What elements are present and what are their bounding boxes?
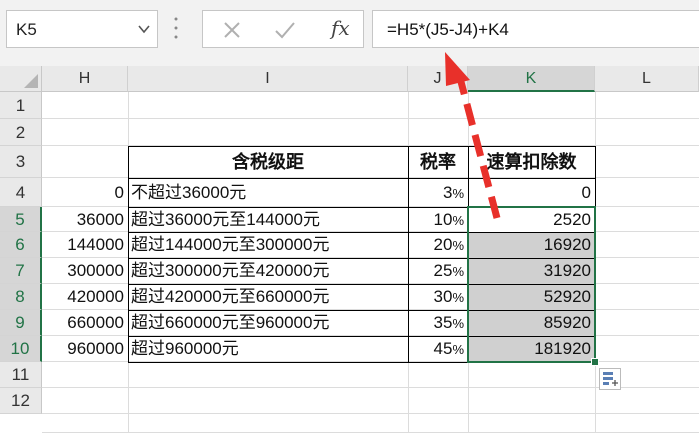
chevron-down-icon[interactable] [138,24,150,34]
quick-analysis-icon [603,372,618,386]
name-box[interactable]: K5 [6,10,158,48]
cell-k8[interactable]: 52920 [468,284,595,310]
quick-analysis-button[interactable] [599,368,621,390]
formula-input[interactable]: =H5*(J5-J4)+K4 [372,10,699,48]
cell-k10[interactable]: 181920 [468,336,595,362]
column-header-l[interactable]: L [595,66,699,92]
table-border-h [128,207,596,208]
cell-i9[interactable]: 超过660000元至960000元 [128,310,408,336]
cell-j8[interactable]: 30% [408,284,468,310]
table-border-h [128,284,596,285]
gridline-horizontal [42,118,699,119]
cell-i4[interactable]: 不超过36000元 [128,178,408,207]
cell-k7[interactable]: 31920 [468,258,595,284]
row-header-2[interactable]: 2 [0,119,42,146]
spreadsheet-grid: H I J K L 1 2 3 4 5 6 7 8 9 10 11 12 含税级距 税率 速算扣除数 0 不超过36000… [0,66,699,433]
cell-j10[interactable]: 45% [408,336,468,362]
row-header-7[interactable]: 7 [0,258,42,284]
cell-i5[interactable]: 超过36000元至144000元 [128,207,408,232]
percent-sign: % [452,238,464,253]
cell-j5[interactable]: 10% [408,207,468,232]
row-header-9[interactable]: 9 [0,310,42,336]
row-header-6[interactable]: 6 [0,232,42,258]
cell-k9[interactable]: 85920 [468,310,595,336]
formula-bar-area: K5 fx =H5*(J5-J4)+K4 [0,0,699,66]
cell-h9[interactable]: 660000 [42,310,128,336]
gridline-horizontal [42,413,699,414]
table-border-h [128,336,596,337]
cell-i8[interactable]: 超过420000元至660000元 [128,284,408,310]
cell-h7[interactable]: 300000 [42,258,128,284]
percent-sign: % [452,186,464,201]
table-border-v [468,146,469,362]
cancel-icon[interactable] [221,19,243,41]
percent-sign: % [452,316,464,331]
row-header-5[interactable]: 5 [0,207,42,232]
cell-h5[interactable]: 36000 [42,207,128,232]
fill-handle[interactable] [591,358,599,366]
cell-k6[interactable]: 16920 [468,232,595,258]
rate-value: 35 [433,313,453,332]
table-border-h [128,258,596,259]
percent-sign: % [452,290,464,305]
row-header-1[interactable]: 1 [0,92,42,119]
cell-i7[interactable]: 超过300000元至420000元 [128,258,408,284]
table-header-bracket[interactable]: 含税级距 [128,146,408,178]
table-border-h [128,146,596,147]
rate-value: 25 [433,261,453,280]
cell-h8[interactable]: 420000 [42,284,128,310]
column-header-j[interactable]: J [408,66,468,92]
table-border-v [408,146,409,362]
rate-value: 30 [433,287,453,306]
row-header-12[interactable]: 12 [0,388,42,414]
row-header-4[interactable]: 4 [0,178,42,207]
table-border-v [128,146,129,362]
percent-sign: % [452,264,464,279]
column-header-h[interactable]: H [42,66,128,92]
cell-j7[interactable]: 25% [408,258,468,284]
cell-h10[interactable]: 960000 [42,336,128,362]
row-header-10[interactable]: 10 [0,336,42,362]
formula-text: =H5*(J5-J4)+K4 [387,20,509,39]
table-header-deduction[interactable]: 速算扣除数 [468,146,595,178]
table-border-h [128,310,596,311]
table-border-h [128,362,596,363]
insert-function-icon[interactable]: fx [331,16,350,40]
rate-value: 45 [433,339,453,358]
cell-j6[interactable]: 20% [408,232,468,258]
cell-j4[interactable]: 3% [408,178,468,207]
rate-value: 20 [433,235,453,254]
table-border-h [128,178,596,179]
column-header-k[interactable]: K [468,66,595,92]
row-header-3[interactable]: 3 [0,146,42,178]
table-border-v [595,146,596,362]
column-header-i[interactable]: I [128,66,408,92]
table-border-h [128,232,596,233]
resize-grip-icon[interactable] [173,15,179,41]
rate-value: 10 [433,210,453,229]
cell-h4[interactable]: 0 [42,178,128,207]
cell-i10[interactable]: 超过960000元 [128,336,408,362]
cell-k5[interactable]: 2520 [468,207,595,232]
cell-h6[interactable]: 144000 [42,232,128,258]
enter-check-icon[interactable] [273,19,297,41]
row-header-11[interactable]: 11 [0,362,42,388]
cell-j9[interactable]: 35% [408,310,468,336]
table-header-rate[interactable]: 税率 [408,146,468,178]
cell-k4[interactable]: 0 [468,178,595,207]
select-all-triangle-icon[interactable] [24,74,38,88]
percent-sign: % [452,213,464,228]
row-header-8[interactable]: 8 [0,284,42,310]
percent-sign: % [452,342,464,357]
cell-i6[interactable]: 超过144000元至300000元 [128,232,408,258]
name-box-value: K5 [16,20,37,39]
formula-buttons: fx [202,10,364,48]
